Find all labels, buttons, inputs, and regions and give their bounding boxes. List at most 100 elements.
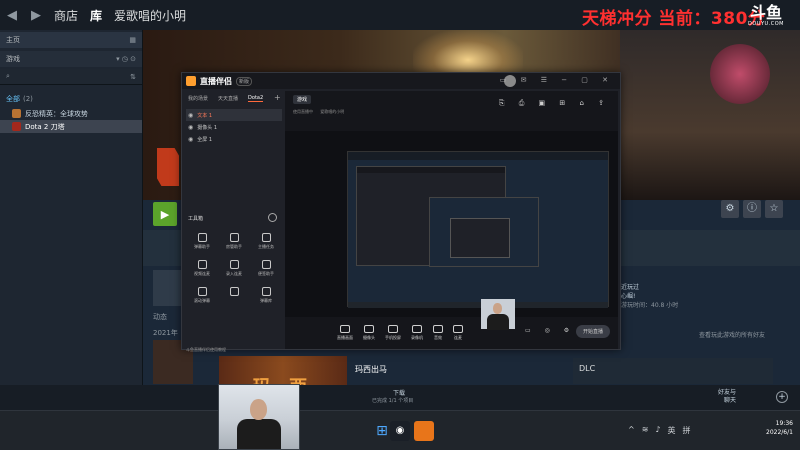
- ime-lang[interactable]: 英: [668, 425, 676, 436]
- steam-taskbar-icon[interactable]: ◉: [390, 421, 410, 441]
- camera-icon: [364, 325, 374, 333]
- user-icon: [229, 233, 239, 242]
- forward-arrow-icon[interactable]: ▶: [30, 8, 42, 23]
- news-title[interactable]: 玛西出马: [355, 364, 387, 375]
- tool-room-admin[interactable]: 房管助手: [218, 233, 250, 250]
- windows-start-icon[interactable]: ⊞: [372, 421, 392, 441]
- tool-scroll-danmu[interactable]: 滚动弹幕: [186, 287, 218, 304]
- play-button[interactable]: ▶: [153, 202, 177, 226]
- news-banner[interactable]: 玛 西: [219, 356, 347, 385]
- tool-record-link[interactable]: 录入连麦: [218, 260, 250, 277]
- source-label: 摄像头 1: [197, 124, 218, 131]
- star-icon[interactable]: ☆: [765, 200, 783, 218]
- control-camera[interactable]: 摄像头: [363, 325, 375, 341]
- menu-library[interactable]: 库: [90, 7, 102, 24]
- start-stream-button[interactable]: 开始直播: [575, 325, 610, 338]
- sidebar-game-csgo[interactable]: 反恐精英：全球攻势: [0, 107, 142, 120]
- add-scene-icon[interactable]: +: [274, 93, 281, 102]
- windows-taskbar: ⊞ ◉ ^ ≋ ♪ 英 拼 19:36 2022/6/1: [0, 410, 800, 450]
- monitor-icon: [340, 325, 350, 333]
- sidebar-game-dota2[interactable]: Dota 2 刀塔: [0, 120, 142, 133]
- tool-label: 视频连麦: [194, 271, 210, 276]
- mic-icon: [433, 325, 443, 333]
- library-sidebar: 主页 ▦ 游戏 ▾ ◷ ⊙ ⌕ ⇅ 全部 (2) 反恐精英：全球攻势 Dota …: [0, 30, 143, 385]
- recent-title: 近玩过: [621, 284, 640, 291]
- nested-taskbar: [348, 302, 608, 308]
- douyu-app-taskbar-icon[interactable]: [414, 421, 434, 441]
- system-tray: ^ ≋ ♪ 英 拼: [628, 425, 691, 436]
- live-preview[interactable]: [285, 131, 618, 330]
- control-live-view[interactable]: 直播画面: [337, 325, 353, 341]
- csgo-icon: [12, 109, 21, 118]
- douyu-logo: 斗鱼 DOUYU.COM: [742, 5, 790, 31]
- eye-icon[interactable]: ◉: [188, 112, 193, 119]
- eye-icon[interactable]: ◉: [188, 124, 193, 131]
- toolbox-grid: 弹幕助手 房管助手 主播任务 视频连麦 录入连麦 便签助手 滚动弹幕 弹幕库: [186, 233, 282, 304]
- tray-chevron-icon[interactable]: ^: [628, 425, 635, 436]
- tool-label: 弹幕库: [260, 298, 272, 303]
- chevron-down-icon[interactable]: ▾ ◷ ⊙: [116, 55, 136, 63]
- taskbar-clock[interactable]: 19:36 2022/6/1: [766, 419, 793, 437]
- back-arrow-icon[interactable]: ◀: [6, 8, 18, 23]
- ime-mode[interactable]: 拼: [683, 425, 691, 436]
- toolbox-settings-icon[interactable]: [268, 213, 277, 222]
- source-item[interactable]: ◉ 文本 1: [186, 109, 282, 121]
- sidebar-home[interactable]: 主页 ▦: [0, 32, 142, 48]
- tab-live[interactable]: 天天直播: [218, 95, 238, 102]
- menu-store[interactable]: 商店: [54, 7, 78, 24]
- friends-chat-button[interactable]: 好友与 聊天: [718, 389, 736, 405]
- grid-view-icon[interactable]: ▦: [129, 36, 136, 44]
- tool-video-link[interactable]: 视频连麦: [186, 260, 218, 277]
- clock-time: 19:36: [775, 420, 793, 427]
- category-pill[interactable]: 游戏: [293, 95, 312, 104]
- preview-toolbar[interactable]: ⎘ ⎙ ▣ ⊞ ⌂ ⇪: [499, 99, 610, 108]
- info-icon[interactable]: ⓘ: [743, 200, 761, 218]
- downloads-status: 已完成 1/1 个项目: [372, 398, 414, 404]
- clock-date: 2022/6/1: [766, 429, 793, 436]
- control-link[interactable]: 连麦: [453, 325, 463, 341]
- eye-icon[interactable]: ◉: [188, 136, 193, 143]
- mini-controls[interactable]: ▭ ◎ ⚙: [525, 327, 575, 334]
- nested-topbar: [348, 152, 608, 160]
- tool-label: 便签助手: [258, 271, 274, 276]
- note-icon: [261, 260, 271, 269]
- source-item[interactable]: ◉ 全屏 1: [186, 133, 282, 145]
- sidebar-games-filter[interactable]: 游戏 ▾ ◷ ⊙: [0, 51, 142, 67]
- desktop: ◀ ▶ 商店 库 爱歌唱的小明 天梯冲分 当前：380分 斗鱼 DOUYU.CO…: [0, 0, 800, 450]
- downloads-label[interactable]: 下载: [393, 388, 405, 397]
- tool-danmu-assistant[interactable]: 弹幕助手: [186, 233, 218, 250]
- section-label: 全部: [6, 95, 20, 103]
- tab-my-scenes[interactable]: 我的场景: [188, 95, 208, 102]
- stream-companion-window: 直播伴侣 新版 ▭ ✉ ☰ − ▢ ✕ 我的场景 天天直播 Dota2 + ◉ …: [181, 72, 621, 353]
- control-label: 直播画面: [337, 335, 353, 340]
- tool-streamer-tasks[interactable]: 主播任务: [250, 233, 282, 250]
- nested-preview-steam-2: [429, 197, 539, 267]
- tool-label: 录入连麦: [226, 271, 242, 276]
- tool-danmu-library[interactable]: 弹幕库: [250, 287, 282, 304]
- volume-icon[interactable]: ♪: [655, 425, 660, 436]
- stream-app-badge: 新版: [236, 76, 253, 86]
- tutorial-link[interactable]: 斗鱼直播伴侣使用教程: [186, 347, 226, 353]
- download-icon: [229, 287, 239, 296]
- dlc-panel[interactable]: DLC: [573, 358, 773, 384]
- menu-profile[interactable]: 爱歌唱的小明: [114, 7, 186, 24]
- filter-icon[interactable]: ⇅: [130, 73, 136, 81]
- streamer-body: [237, 419, 281, 449]
- control-recorder[interactable]: 录像机: [411, 325, 423, 341]
- source-item[interactable]: ◉ 摄像头 1: [186, 121, 282, 133]
- sidebar-section-all[interactable]: 全部 (2): [0, 91, 142, 107]
- douyu-logo-sub: DOUYU.COM: [748, 21, 784, 27]
- control-sound[interactable]: 音效: [433, 325, 443, 341]
- friends-played-link[interactable]: 查看玩此游戏的所有好友: [699, 330, 765, 339]
- wifi-icon[interactable]: ≋: [642, 425, 649, 436]
- sidebar-search[interactable]: ⌕ ⇅: [0, 69, 142, 85]
- gear-icon[interactable]: ⚙: [721, 200, 739, 218]
- tool-notes[interactable]: 便签助手: [250, 260, 282, 277]
- stream-name: 爱歌唱的小明: [320, 109, 345, 114]
- tool-blank[interactable]: [218, 287, 250, 304]
- add-friend-icon[interactable]: +: [776, 391, 788, 403]
- stream-status-text: 使用直播中: [293, 109, 313, 114]
- window-controls[interactable]: ▭ ✉ ☰ − ▢ ✕: [500, 76, 614, 84]
- tab-dota2[interactable]: Dota2: [248, 95, 264, 102]
- control-phone-cast[interactable]: 手机投屏: [385, 325, 401, 341]
